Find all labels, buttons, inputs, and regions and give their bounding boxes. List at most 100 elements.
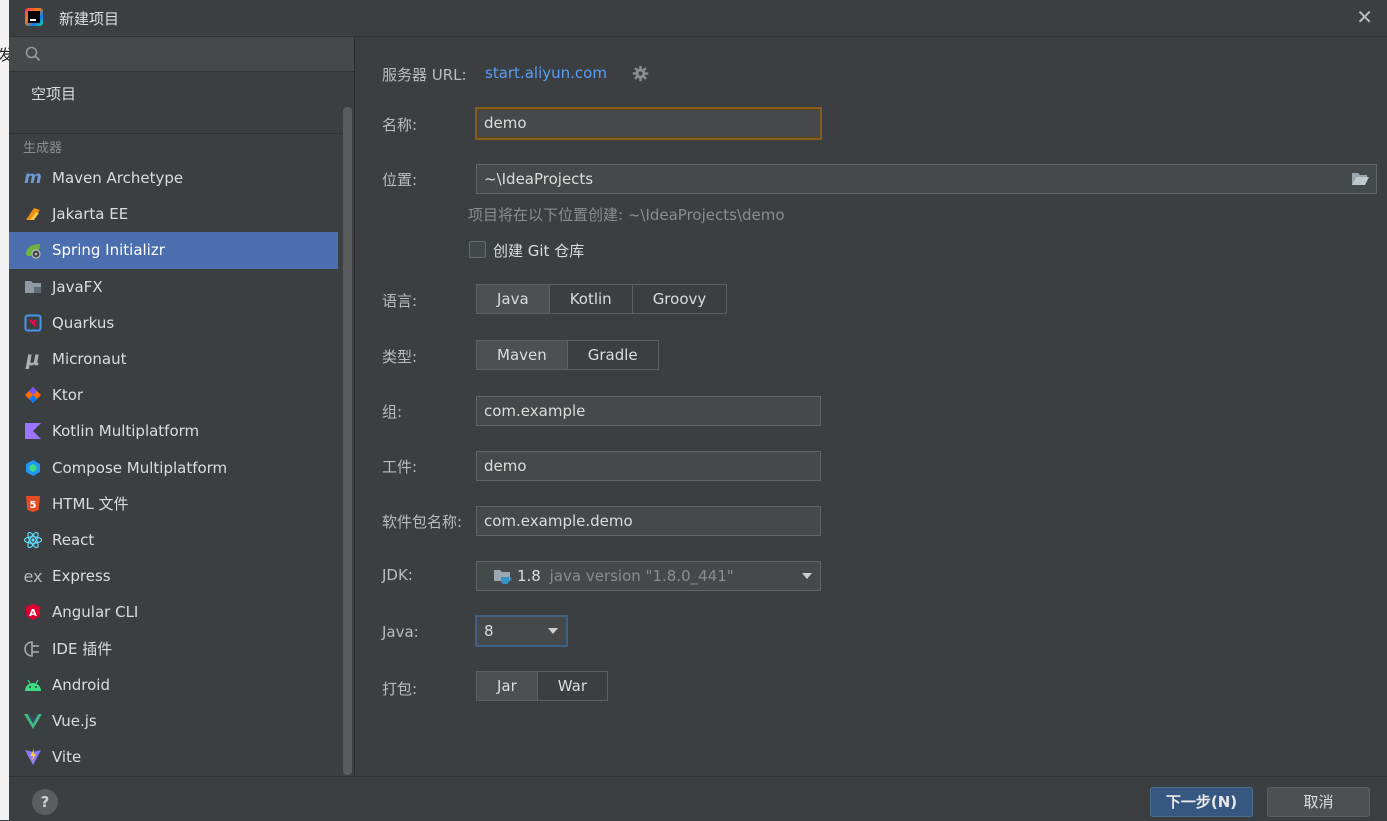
name-input[interactable]: demo <box>475 107 822 140</box>
express-icon: ex <box>23 566 43 586</box>
sidebar-divider <box>9 133 347 134</box>
jdk-label: JDK: <box>382 566 413 584</box>
sidebar-item-vite[interactable]: Vite <box>9 739 338 775</box>
sidebar-item-compose-multiplatform[interactable]: Compose Multiplatform <box>9 450 338 486</box>
sidebar-search[interactable] <box>9 37 354 72</box>
quarkus-icon <box>23 313 43 333</box>
next-button[interactable]: 下一步(N) <box>1150 787 1253 817</box>
sidebar-item-label: Kotlin Multiplatform <box>52 422 200 441</box>
server-url-link[interactable]: start.aliyun.com <box>485 64 607 82</box>
sidebar-item-label: Vite <box>52 748 82 767</box>
sidebar-item-ktor[interactable]: Ktor <box>9 377 338 413</box>
react-icon <box>23 530 43 550</box>
packaging-option-war[interactable]: War <box>538 672 607 700</box>
package-label: 软件包名称: <box>382 513 463 531</box>
sidebar-item-label: Quarkus <box>52 313 115 332</box>
sidebar-item-label: Maven Archetype <box>52 169 184 188</box>
sidebar-item-label: React <box>52 530 95 549</box>
plugin-icon <box>23 639 43 659</box>
jdk-select[interactable]: 1.8 java version "1.8.0_441" <box>476 561 821 591</box>
generator-sidebar: 空项目 生成器 m Maven Archetype Jakarta EE Spr… <box>9 37 355 775</box>
sidebar-item-quarkus[interactable]: Quarkus <box>9 305 338 341</box>
compose-icon <box>23 458 43 478</box>
javafx-icon <box>23 277 43 297</box>
folder-open-icon[interactable] <box>1351 171 1370 187</box>
new-project-dialog: 新建项目 ✕ 空项目 生成器 m Maven Archetype Jakarta… <box>9 0 1387 821</box>
packaging-segmented: Jar War <box>476 671 609 701</box>
sidebar-item-label: Vue.js <box>52 711 97 730</box>
sidebar-item-label: Jakarta EE <box>52 205 129 224</box>
ktor-icon <box>23 385 43 405</box>
group-input[interactable]: com.example <box>476 396 821 426</box>
sidebar-item-html-file[interactable]: 5 HTML 文件 <box>9 486 338 522</box>
type-option-maven[interactable]: Maven <box>477 341 568 369</box>
sidebar-item-android[interactable]: Android <box>9 667 338 703</box>
sidebar-item-empty-project[interactable]: 空项目 <box>31 83 76 104</box>
sidebar-scrollbar[interactable] <box>343 107 352 775</box>
chevron-down-icon <box>548 628 558 634</box>
packaging-option-jar[interactable]: Jar <box>477 672 538 700</box>
cancel-button[interactable]: 取消 <box>1267 787 1370 817</box>
dialog-title: 新建项目 <box>59 10 120 28</box>
sidebar-item-label: Spring Initializr <box>52 241 165 260</box>
type-option-gradle[interactable]: Gradle <box>568 341 658 369</box>
name-label: 名称: <box>382 116 418 134</box>
language-segmented: Java Kotlin Groovy <box>476 284 728 314</box>
sidebar-item-label: HTML 文件 <box>52 495 129 514</box>
jdk-version: 1.8 <box>517 567 541 585</box>
sidebar-item-micronaut[interactable]: μ Micronaut <box>9 341 338 377</box>
artifact-label: 工件: <box>382 458 418 476</box>
sidebar-item-kotlin-multiplatform[interactable]: Kotlin Multiplatform <box>9 413 338 449</box>
svg-text:A: A <box>29 608 37 619</box>
sidebar-item-label: Angular CLI <box>52 603 139 622</box>
create-git-checkbox[interactable] <box>469 241 486 258</box>
sidebar-item-label: JavaFX <box>52 277 103 296</box>
close-icon[interactable]: ✕ <box>1356 6 1373 28</box>
language-label: 语言: <box>382 292 418 310</box>
dialog-footer: ? 下一步(N) 取消 <box>9 776 1387 821</box>
sidebar-item-jakarta-ee[interactable]: Jakarta EE <box>9 196 338 232</box>
angular-icon: A <box>23 602 43 622</box>
sidebar-group-generators: 生成器 <box>23 141 63 156</box>
java-version-value: 8 <box>484 622 494 640</box>
location-hint: 项目将在以下位置创建: ~\IdeaProjects\demo <box>468 206 785 224</box>
vite-icon <box>23 747 43 767</box>
jakarta-icon <box>23 204 43 224</box>
sidebar-item-express[interactable]: ex Express <box>9 558 338 594</box>
spring-icon <box>23 240 43 260</box>
sidebar-item-label: Ktor <box>52 386 84 405</box>
create-git-label: 创建 Git 仓库 <box>493 242 585 260</box>
sidebar-item-maven-archetype[interactable]: m Maven Archetype <box>9 160 338 196</box>
location-value: ~\IdeaProjects <box>484 170 594 188</box>
sidebar-item-label: IDE 插件 <box>52 640 113 659</box>
location-input[interactable]: ~\IdeaProjects <box>476 164 1377 194</box>
micronaut-icon: μ <box>26 348 40 371</box>
java-version-select[interactable]: 8 <box>475 615 568 647</box>
jdk-folder-icon <box>494 570 512 584</box>
java-label: Java: <box>382 623 419 641</box>
help-button[interactable]: ? <box>32 789 58 815</box>
chevron-down-icon <box>802 573 812 579</box>
package-input[interactable]: com.example.demo <box>476 506 821 536</box>
sidebar-item-angular-cli[interactable]: A Angular CLI <box>9 594 338 630</box>
sidebar-item-javafx[interactable]: JavaFX <box>9 269 338 305</box>
packaging-label: 打包: <box>382 680 418 698</box>
artifact-input[interactable]: demo <box>476 451 821 481</box>
sidebar-item-label: Micronaut <box>52 350 127 369</box>
sidebar-item-vuejs[interactable]: Vue.js <box>9 703 338 739</box>
generator-list: m Maven Archetype Jakarta EE Spring Init… <box>9 160 338 775</box>
language-option-groovy[interactable]: Groovy <box>633 285 727 313</box>
title-bar: 新建项目 ✕ <box>9 0 1387 37</box>
language-option-kotlin[interactable]: Kotlin <box>550 285 633 313</box>
sidebar-item-label: Express <box>52 567 111 586</box>
language-option-java[interactable]: Java <box>477 285 550 313</box>
maven-icon: m <box>24 168 42 189</box>
sidebar-item-react[interactable]: React <box>9 522 338 558</box>
sidebar-item-spring-initializr[interactable]: Spring Initializr <box>9 232 338 269</box>
svg-text:5: 5 <box>30 500 37 511</box>
intellij-idea-icon <box>25 8 43 26</box>
server-url-label: 服务器 URL: <box>382 66 467 84</box>
sidebar-item-ide-plugin[interactable]: IDE 插件 <box>9 630 338 666</box>
gear-icon[interactable] <box>632 65 649 82</box>
project-settings-form: 服务器 URL: start.aliyun.com 名称: demo 位置: ~… <box>355 37 1387 775</box>
